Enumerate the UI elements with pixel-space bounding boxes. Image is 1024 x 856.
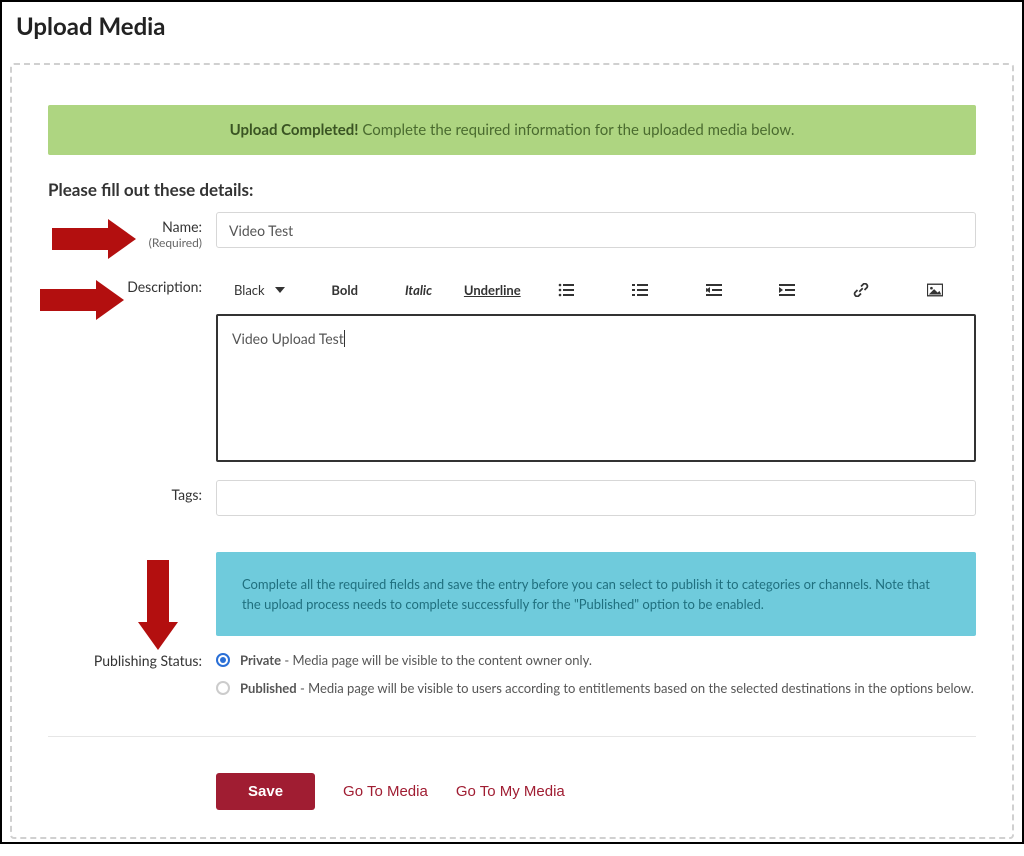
image-icon: [927, 283, 943, 297]
description-label: Description:: [127, 278, 202, 295]
radio-published-bold: Published: [240, 680, 297, 696]
description-editor[interactable]: Video Upload Test: [216, 314, 976, 462]
list-bullets-icon: [558, 283, 574, 297]
radio-private[interactable]: [216, 653, 230, 667]
publishing-status-label: Publishing Status:: [94, 652, 202, 669]
toolbar-underline[interactable]: Underline: [455, 278, 529, 302]
toolbar-indent[interactable]: [751, 278, 825, 302]
list-numbers-icon: [632, 283, 648, 297]
description-row: Description: Black Bold Italic Underline: [48, 274, 976, 462]
go-to-media-link[interactable]: Go To Media: [343, 783, 428, 800]
toolbar-insert-image[interactable]: [898, 278, 972, 302]
go-to-my-media-link[interactable]: Go To My Media: [456, 783, 565, 800]
tags-input[interactable]: [216, 480, 976, 516]
radio-private-bold: Private: [240, 652, 281, 668]
annotation-arrow-publishing: [138, 560, 178, 650]
radio-published-row: Published - Media page will be visible t…: [216, 680, 976, 696]
description-value: Video Upload Test: [232, 330, 344, 347]
outdent-icon: [706, 283, 722, 297]
tags-row: Tags:: [48, 480, 976, 516]
editor-toolbar: Black Bold Italic Underline: [216, 274, 976, 314]
toolbar-bold[interactable]: Bold: [308, 278, 382, 302]
annotation-arrow-description: [40, 280, 124, 320]
banner-bold: Upload Completed!: [230, 121, 359, 139]
upload-panel: Upload Completed! Complete the required …: [10, 63, 1014, 839]
toolbar-numbered-list[interactable]: [603, 278, 677, 302]
indent-icon: [779, 283, 795, 297]
toolbar-color-label: Black: [234, 282, 265, 298]
toolbar-italic[interactable]: Italic: [382, 278, 456, 302]
name-label: Name:: [162, 218, 202, 235]
radio-private-row[interactable]: Private - Media page will be visible to …: [216, 652, 976, 668]
divider: [48, 736, 976, 737]
action-buttons-row: Save Go To Media Go To My Media: [48, 755, 976, 810]
save-button[interactable]: Save: [216, 773, 315, 810]
upload-success-banner: Upload Completed! Complete the required …: [48, 105, 976, 155]
tags-label: Tags:: [172, 486, 202, 503]
publish-info-row: Complete all the required fields and sav…: [48, 552, 976, 636]
text-caret: [344, 330, 345, 347]
radio-published: [216, 681, 230, 695]
name-input[interactable]: [216, 212, 976, 248]
toolbar-bulleted-list[interactable]: [529, 278, 603, 302]
toolbar-outdent[interactable]: [677, 278, 751, 302]
toolbar-text-color[interactable]: Black: [220, 278, 308, 302]
banner-text: Complete the required information for th…: [359, 121, 795, 139]
link-icon: [853, 283, 869, 297]
radio-published-text: - Media page will be visible to users ac…: [297, 680, 974, 696]
publishing-status-row: Publishing Status: Private - Media page …: [48, 652, 976, 708]
chevron-down-icon: [275, 287, 285, 293]
annotation-arrow-name: [52, 219, 136, 259]
name-row: Name: (Required): [48, 212, 976, 250]
page-title: Upload Media: [2, 2, 1022, 45]
details-subtitle: Please fill out these details:: [48, 179, 976, 200]
toolbar-link[interactable]: [824, 278, 898, 302]
publish-info-box: Complete all the required fields and sav…: [216, 552, 976, 636]
radio-private-text: - Media page will be visible to the cont…: [281, 652, 592, 668]
